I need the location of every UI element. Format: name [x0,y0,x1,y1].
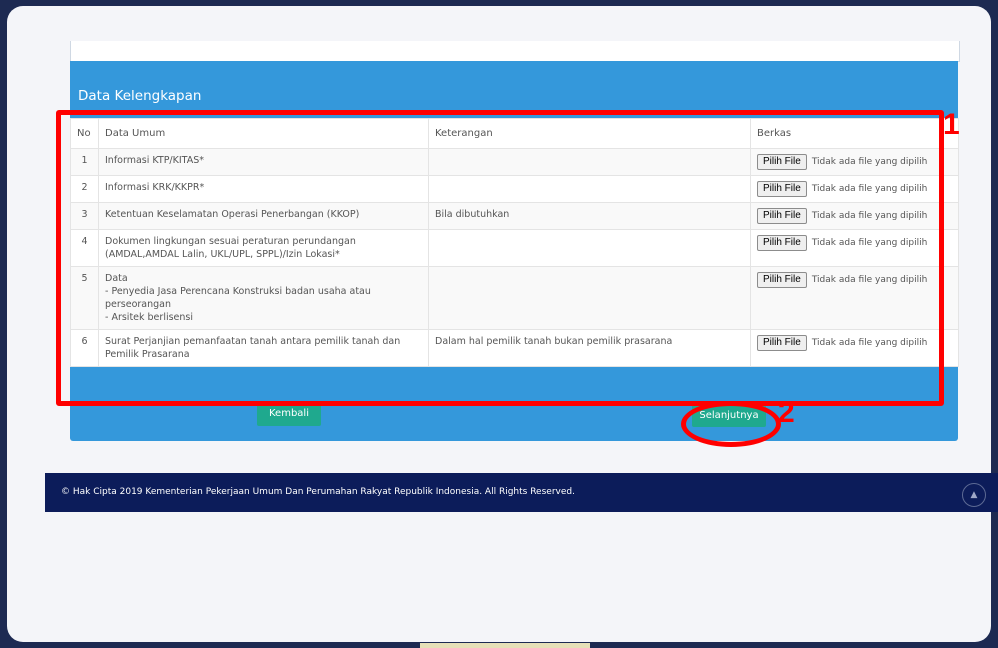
scroll-top-icon[interactable]: ▲ [962,483,986,507]
footer: © Hak Cipta 2019 Kementerian Pekerjaan U… [45,473,998,512]
annotation-marker-1: 1 [943,108,960,141]
section-title: Data Kelengkapan [78,88,202,104]
annotation-highlight-table [56,110,944,406]
form-top-edge [70,41,960,62]
annotation-marker-2: 2 [778,396,795,429]
annotation-highlight-next [681,401,781,447]
footer-copyright: © Hak Cipta 2019 Kementerian Pekerjaan U… [61,487,575,497]
bottom-edge-bar [420,643,590,648]
